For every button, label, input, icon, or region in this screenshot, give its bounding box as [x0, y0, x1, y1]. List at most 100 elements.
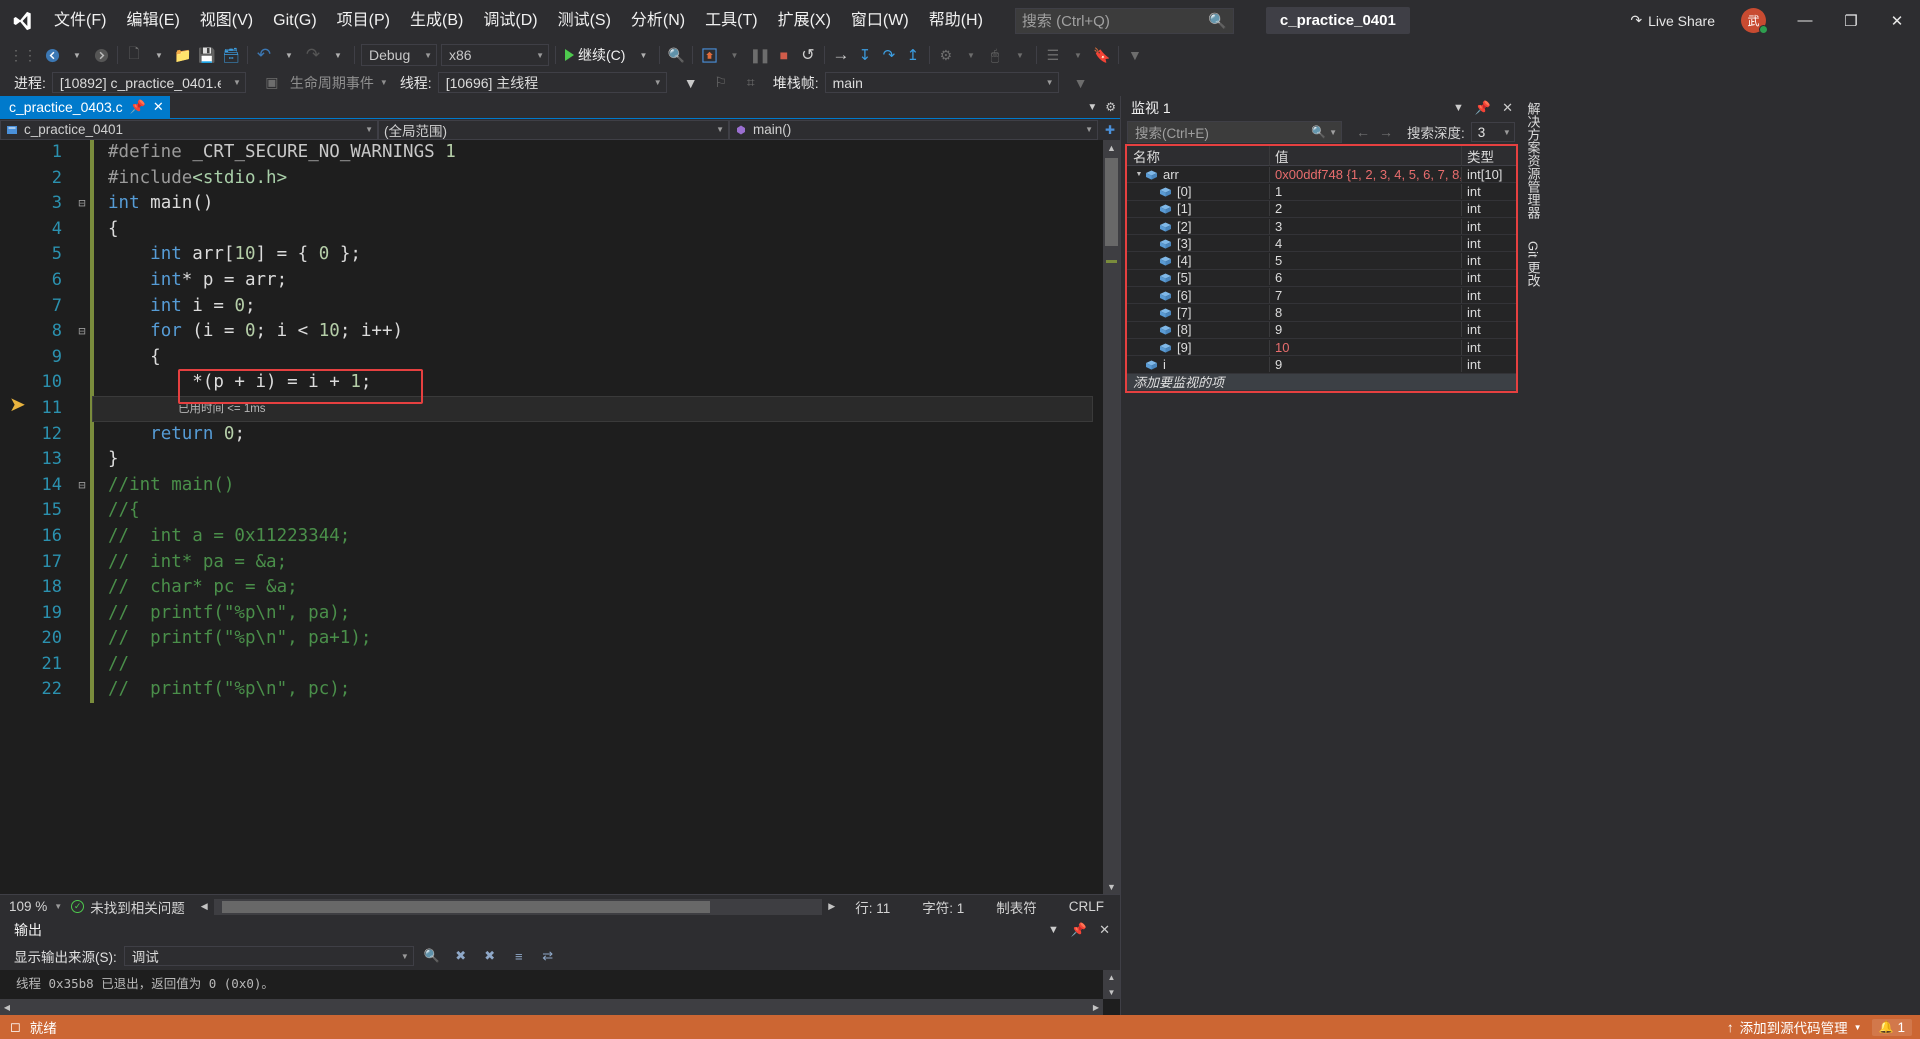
menu-view[interactable]: 视图(V): [191, 6, 262, 36]
code-line[interactable]: 9 {: [0, 344, 1103, 371]
step-over-icon[interactable]: ↷: [877, 43, 901, 67]
watch-col-type[interactable]: 类型: [1461, 145, 1516, 166]
output-dropdown-icon[interactable]: ▼: [1048, 924, 1059, 936]
global-search-input[interactable]: 搜索 (Ctrl+Q) 🔍: [1014, 7, 1234, 34]
watch-row-name-cell[interactable]: [1]: [1127, 201, 1269, 216]
rail-tab-solution-explorer[interactable]: 解决方案资源管理器: [1524, 102, 1543, 219]
code-line[interactable]: 18 // char* pc = &a;: [0, 575, 1103, 601]
breakpoint-search-icon[interactable]: 🔍: [664, 43, 688, 67]
output-horizontal-scrollbar[interactable]: ◀ ▶: [0, 999, 1103, 1015]
continue-button[interactable]: 继续(C): [560, 43, 630, 67]
watch-row-value[interactable]: 2: [1269, 201, 1461, 217]
code-line[interactable]: 13}: [0, 447, 1103, 473]
watch-row-value[interactable]: 9: [1269, 322, 1461, 338]
step-into-icon[interactable]: ↧: [853, 43, 877, 67]
watch-row-value[interactable]: 8: [1269, 305, 1461, 321]
watch-depth-select[interactable]: 3 ▼: [1470, 122, 1515, 142]
issues-indicator[interactable]: ✓ 未找到相关问题: [71, 897, 197, 917]
diagnostics-icon[interactable]: ⚙: [934, 43, 958, 67]
minimize-button[interactable]: —: [1782, 0, 1828, 41]
code-line[interactable]: 2 #include<stdio.h>: [0, 165, 1103, 192]
avatar[interactable]: 武: [1741, 8, 1768, 34]
watch-search-input[interactable]: 搜索(Ctrl+E) 🔍 ▼: [1127, 121, 1342, 143]
menu-window[interactable]: 窗口(W): [842, 6, 918, 36]
chevron-down-icon[interactable]: ▼: [1329, 128, 1337, 137]
watch-row-value[interactable]: 7: [1269, 287, 1461, 303]
code-line[interactable]: 17 // int* pa = &a;: [0, 549, 1103, 576]
watch-dropdown-icon[interactable]: ▼: [1453, 102, 1464, 114]
code-line[interactable]: 10 *(p + i) = i + 1;: [0, 370, 1103, 396]
tab-overflow-icon[interactable]: ▼: [1087, 102, 1097, 113]
scroll-up-icon[interactable]: ▲: [1103, 140, 1120, 155]
watch-row-name-cell[interactable]: [8]: [1127, 322, 1269, 337]
code-line[interactable]: 7 int i = 0;: [0, 293, 1103, 320]
lifecycle-events-icon[interactable]: ▣: [260, 71, 284, 95]
watch-add-item-row[interactable]: 添加要监视的项: [1127, 373, 1516, 391]
scroll-right-icon[interactable]: ▶: [824, 901, 839, 912]
output-scroll-down-icon[interactable]: ▼: [1103, 985, 1120, 999]
hscrollbar-thumb[interactable]: [221, 900, 710, 913]
watch-row-name-cell[interactable]: [4]: [1127, 253, 1269, 268]
output-scroll-right-icon[interactable]: ▶: [1089, 999, 1103, 1015]
watch-row[interactable]: i 9 int: [1127, 356, 1516, 374]
output-toggle-autoscroll-icon[interactable]: ⇄: [537, 945, 559, 967]
scrollbar-thumb[interactable]: [1105, 158, 1118, 246]
select-element-dropdown-icon[interactable]: ▼: [1008, 43, 1032, 67]
flag-icon[interactable]: ⚐: [709, 71, 733, 95]
navigate-back-icon[interactable]: [40, 43, 64, 67]
thread-select[interactable]: [10696] 主线程 ▼: [437, 72, 667, 93]
watch-row-name-cell[interactable]: [0]: [1127, 184, 1269, 199]
menu-analyze[interactable]: 分析(N): [622, 6, 694, 36]
undo-dropdown-icon[interactable]: ▼: [277, 43, 301, 67]
watch-row-name-cell[interactable]: [9]: [1127, 340, 1269, 355]
editor-tab-c-practice-0403[interactable]: c_practice_0403.c 📌 ✕: [0, 96, 170, 118]
select-element-icon[interactable]: 🖱: [983, 43, 1007, 67]
watch-col-value[interactable]: 值: [1269, 145, 1461, 166]
watch-row-value[interactable]: 10: [1269, 339, 1461, 355]
toolbar-overflow-icon[interactable]: ▼: [1123, 43, 1147, 67]
restart-icon[interactable]: ↺: [796, 43, 820, 67]
pin-icon[interactable]: 📌: [1475, 100, 1491, 116]
watch-row-value[interactable]: 9: [1269, 356, 1461, 372]
navigate-forward-icon[interactable]: [89, 43, 113, 67]
code-line[interactable]: 20 // printf("%p\n", pa+1);: [0, 626, 1103, 652]
code-line[interactable]: 1 #define _CRT_SECURE_NO_WARNINGS 1: [0, 140, 1103, 166]
watch-row[interactable]: [1] 2 int: [1127, 201, 1516, 218]
open-file-icon[interactable]: 📁: [171, 43, 195, 67]
new-item-dropdown-icon[interactable]: ▼: [147, 43, 171, 67]
watch-row[interactable]: [6] 7 int: [1127, 287, 1516, 305]
fold-collapse-icon[interactable]: ⊟: [74, 191, 90, 217]
watch-row-name-cell[interactable]: i: [1127, 357, 1269, 372]
gear-icon[interactable]: ⚙: [1105, 100, 1116, 114]
continue-dropdown-icon[interactable]: ▼: [631, 43, 655, 67]
watch-row-value[interactable]: 1: [1269, 183, 1461, 199]
close-icon[interactable]: ✕: [1502, 100, 1513, 116]
save-all-icon[interactable]: 🗃: [219, 43, 243, 67]
diagnostics-dropdown-icon[interactable]: ▼: [959, 43, 983, 67]
watch-row-name-cell[interactable]: ▼ arr: [1127, 167, 1269, 182]
watch-row-value[interactable]: 6: [1269, 270, 1461, 286]
fold-collapse-icon[interactable]: ⊟: [74, 473, 90, 499]
add-to-source-control-button[interactable]: ↑ 添加到源代码管理 ▼: [1727, 1017, 1862, 1037]
editor-horizontal-scrollbar[interactable]: [213, 898, 823, 915]
editor-vertical-scrollbar[interactable]: ▲ ▼: [1103, 140, 1120, 894]
solution-platform-select[interactable]: x86 ▼: [441, 44, 549, 66]
watch-row[interactable]: [2] 3 int: [1127, 218, 1516, 236]
code-line[interactable]: 8 ⊟ for (i = 0; i < 10; i++): [0, 319, 1103, 345]
stop-icon[interactable]: ■: [772, 43, 796, 67]
filter-icon[interactable]: ▼: [679, 71, 703, 95]
code-line[interactable]: 21 //: [0, 651, 1103, 678]
bookmark-icon[interactable]: 🔖: [1090, 43, 1114, 67]
menu-build[interactable]: 生成(B): [401, 6, 472, 36]
menu-file[interactable]: 文件(F): [45, 6, 115, 36]
notifications-button[interactable]: 🔔 1: [1871, 1018, 1912, 1036]
watch-row-name-cell[interactable]: [7]: [1127, 305, 1269, 320]
project-select[interactable]: c_practice_0401 ▼: [0, 119, 378, 140]
undo-icon[interactable]: ↶: [252, 43, 276, 67]
step-out-icon[interactable]: ↥: [901, 43, 925, 67]
pause-icon[interactable]: ❚❚: [746, 43, 771, 67]
close-icon[interactable]: ✕: [1099, 922, 1110, 938]
scroll-left-icon[interactable]: ◀: [197, 901, 212, 912]
watch-row-name-cell[interactable]: [5]: [1127, 270, 1269, 285]
watch-col-name[interactable]: 名称: [1127, 146, 1269, 166]
